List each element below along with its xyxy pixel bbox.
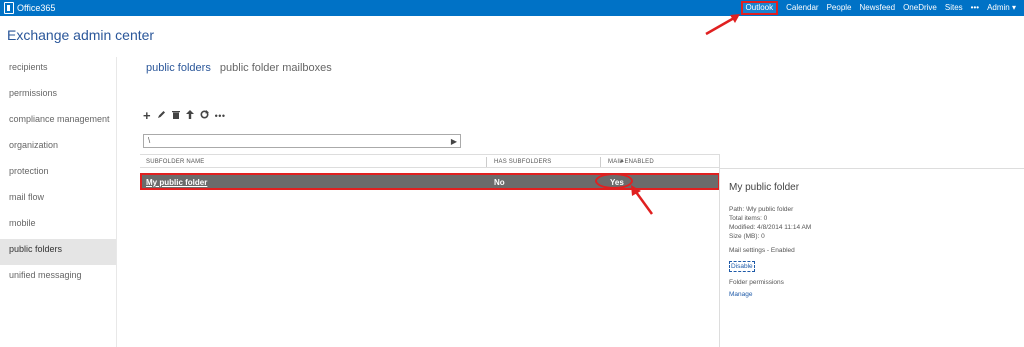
leftnav-organization[interactable]: organization xyxy=(0,135,116,161)
refresh-icon[interactable] xyxy=(200,109,209,123)
leftnav-mobile[interactable]: mobile xyxy=(0,213,116,239)
office-icon xyxy=(4,2,14,14)
nav-more[interactable]: ••• xyxy=(971,0,979,16)
annotation-arrow-outlook xyxy=(705,14,740,36)
left-navigation: recipients permissions compliance manage… xyxy=(0,57,117,347)
details-folder-permissions: Folder permissions xyxy=(729,279,784,286)
leftnav-public-folders[interactable]: public folders xyxy=(0,239,116,265)
nav-calendar[interactable]: Calendar xyxy=(786,0,818,16)
delete-icon[interactable] xyxy=(171,109,180,123)
details-title: My public folder xyxy=(729,182,800,193)
details-path: Path: \My public folder xyxy=(729,206,794,213)
leftnav-recipients[interactable]: recipients xyxy=(0,57,116,83)
more-icon[interactable]: ••• xyxy=(215,109,226,123)
nav-onedrive[interactable]: OneDrive xyxy=(903,0,937,16)
leftnav-compliance-management[interactable]: compliance management xyxy=(0,109,116,135)
up-icon[interactable] xyxy=(185,109,194,123)
manage-link[interactable]: Manage xyxy=(729,290,1009,299)
tab-public-folders[interactable]: public folders xyxy=(146,62,211,74)
nav-sites[interactable]: Sites xyxy=(945,0,963,16)
brand-name: Office365 xyxy=(17,3,56,13)
details-mail-settings: Mail settings - Enabled xyxy=(729,247,795,254)
cell-subfolder-name[interactable]: My public folder xyxy=(146,178,207,187)
col-has-subfolders[interactable]: HAS SUBFOLDERS xyxy=(494,159,551,165)
page-title: Exchange admin center xyxy=(7,27,155,43)
top-nav: Outlook Calendar People Newsfeed OneDriv… xyxy=(733,0,1016,16)
nav-outlook[interactable]: Outlook xyxy=(740,1,779,15)
col-mail-enabled[interactable]: MAIL ENABLED xyxy=(608,159,654,165)
annotation-arrow-mail-enabled xyxy=(631,185,654,215)
details-pane-divider xyxy=(719,154,720,347)
table-header: SUBFOLDER NAME ▲ HAS SUBFOLDERS MAIL ENA… xyxy=(140,154,720,168)
nav-newsfeed[interactable]: Newsfeed xyxy=(860,0,896,16)
column-divider[interactable] xyxy=(486,157,487,167)
leftnav-protection[interactable]: protection xyxy=(0,161,116,187)
nav-people[interactable]: People xyxy=(827,0,852,16)
toolbar: + ••• xyxy=(143,109,232,123)
search-go-icon[interactable]: ▶ xyxy=(451,136,457,148)
tab-public-folder-mailboxes[interactable]: public folder mailboxes xyxy=(220,62,332,74)
leftnav-permissions[interactable]: permissions xyxy=(0,83,116,109)
details-modified: Modified: 4/8/2014 11:14 AM xyxy=(729,224,812,231)
details-pane: My public folder Path: \My public folder… xyxy=(729,182,1009,299)
details-pane-header-line xyxy=(719,168,1024,169)
details-size: Size (MB): 0 xyxy=(729,233,765,240)
office365-logo[interactable]: Office365 xyxy=(4,1,55,15)
nav-admin-menu[interactable]: Admin ▾ xyxy=(987,0,1016,16)
disable-link[interactable]: Disable xyxy=(729,261,755,272)
leftnav-unified-messaging[interactable]: unified messaging xyxy=(0,265,116,291)
column-divider[interactable] xyxy=(600,157,601,167)
col-subfolder-name[interactable]: SUBFOLDER NAME xyxy=(146,159,204,165)
search-input[interactable]: \ ▶ xyxy=(143,134,461,148)
tab-bar: public folders public folder mailboxes xyxy=(146,62,338,74)
search-value: \ xyxy=(148,136,151,145)
leftnav-mail-flow[interactable]: mail flow xyxy=(0,187,116,213)
details-total-items: Total items: 0 xyxy=(729,215,768,222)
top-bar: Office365 Outlook Calendar People Newsfe… xyxy=(0,0,1024,16)
add-icon[interactable]: + xyxy=(143,109,151,123)
cell-has-subfolders: No xyxy=(494,178,505,187)
edit-icon[interactable] xyxy=(157,109,166,123)
